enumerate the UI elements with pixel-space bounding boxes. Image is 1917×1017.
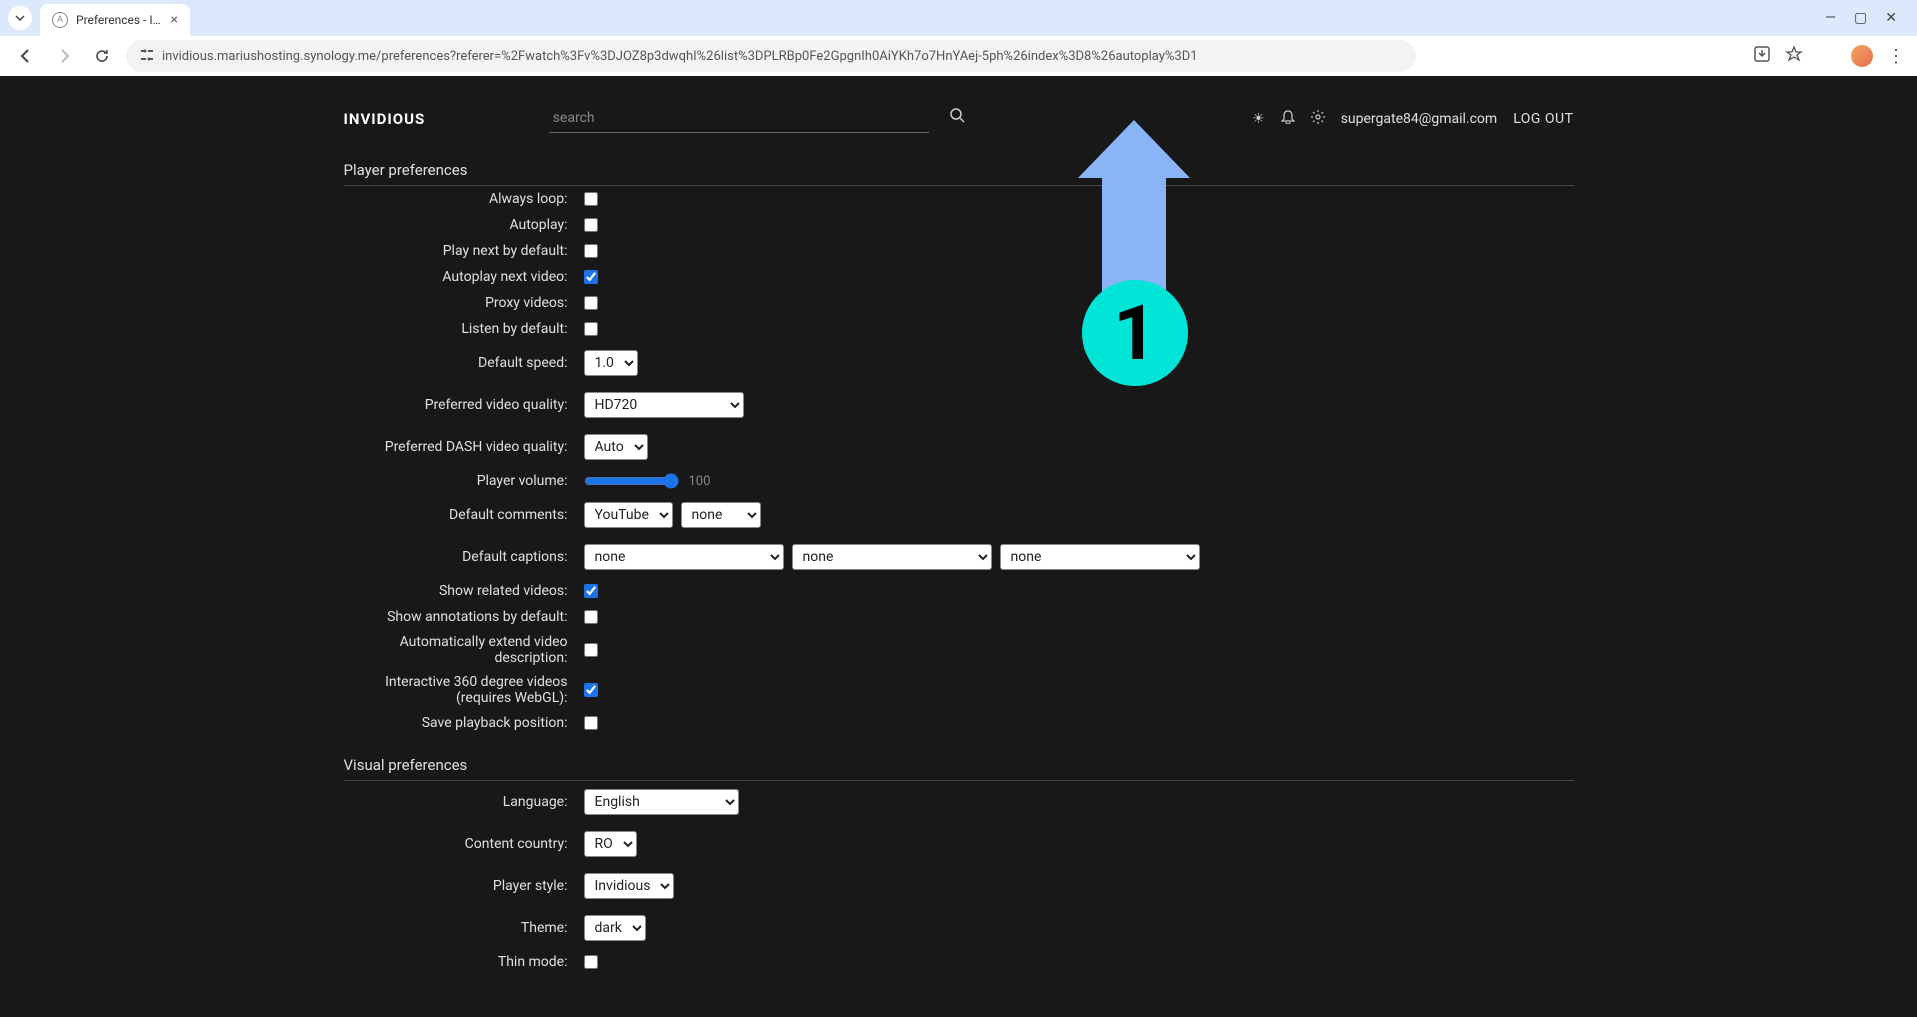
tab-bar: A Preferences - Invidious × — ▢ ✕ (0, 0, 1917, 36)
pref-proxy: Proxy videos: (344, 290, 1574, 316)
notifications-icon[interactable] (1281, 110, 1295, 128)
reload-button[interactable] (88, 42, 116, 70)
language-select[interactable]: English (584, 789, 739, 815)
install-app-icon[interactable] (1753, 45, 1771, 67)
quality-select[interactable]: HD720 (584, 392, 744, 418)
profile-avatar[interactable] (1851, 45, 1873, 67)
autoplay-next-checkbox[interactable] (584, 270, 598, 284)
pref-autoplay: Autoplay: (344, 212, 1574, 238)
speed-select[interactable]: 1.0 (584, 350, 638, 376)
pref-quality: Preferred video quality: HD720 (344, 384, 1574, 426)
listen-checkbox[interactable] (584, 322, 598, 336)
extend-desc-checkbox[interactable] (584, 643, 598, 657)
save-pos-checkbox[interactable] (584, 716, 598, 730)
proxy-checkbox[interactable] (584, 296, 598, 310)
player-style-select[interactable]: Invidious (584, 873, 674, 899)
url-bar[interactable]: invidious.mariushosting.synology.me/pref… (126, 40, 1416, 72)
theme-toggle-icon[interactable]: ☀ (1252, 111, 1265, 127)
search-input[interactable] (549, 104, 929, 133)
favicon-icon: A (52, 12, 68, 28)
chevron-down-icon (15, 13, 25, 23)
tab-title: Preferences - Invidious (76, 13, 163, 27)
volume-slider[interactable] (584, 473, 679, 489)
browser-tab[interactable]: A Preferences - Invidious × (40, 4, 190, 36)
dash-quality-select[interactable]: Auto (584, 434, 648, 460)
country-select[interactable]: RO (584, 831, 637, 857)
logout-link[interactable]: LOG OUT (1513, 111, 1573, 127)
site-header: INVIDIOUS ☀ supergate84@gmail.com LOG OU… (344, 96, 1574, 141)
pref-language: Language: English (344, 781, 1574, 823)
maximize-button[interactable]: ▢ (1854, 10, 1867, 26)
site-logo[interactable]: INVIDIOUS (344, 110, 426, 128)
back-button[interactable] (12, 42, 40, 70)
pref-captions: Default captions: none none none (344, 536, 1574, 578)
pref-comments: Default comments: YouTube none (344, 494, 1574, 536)
thin-checkbox[interactable] (584, 955, 598, 969)
page-content: INVIDIOUS ☀ supergate84@gmail.com LOG OU… (0, 76, 1917, 1017)
window-controls: — ▢ ✕ (1825, 10, 1909, 26)
section-visual-preferences: Visual preferences (344, 744, 1574, 781)
forward-button[interactable] (50, 42, 78, 70)
close-icon[interactable]: × (171, 12, 178, 28)
pref-autoplay-next: Autoplay next video: (344, 264, 1574, 290)
pref-thin: Thin mode: (344, 949, 1574, 975)
pref-theme: Theme: dark (344, 907, 1574, 949)
captions-select-3[interactable]: none (1000, 544, 1200, 570)
pref-player-style: Player style: Invidious (344, 865, 1574, 907)
url-text: invidious.mariushosting.synology.me/pref… (162, 49, 1198, 64)
comments-select-2[interactable]: none (681, 502, 761, 528)
pref-save-pos: Save playback position: (344, 710, 1574, 736)
always-loop-checkbox[interactable] (584, 192, 598, 206)
arrow-left-icon (17, 47, 35, 65)
browser-chrome: A Preferences - Invidious × — ▢ ✕ invidi… (0, 0, 1917, 76)
pref-speed: Default speed: 1.0 (344, 342, 1574, 384)
gear-icon[interactable] (1311, 110, 1325, 128)
menu-icon[interactable]: ⋮ (1887, 46, 1905, 67)
pref-country: Content country: RO (344, 823, 1574, 865)
pref-listen: Listen by default: (344, 316, 1574, 342)
pref-always-loop: Always loop: (344, 186, 1574, 212)
pref-volume: Player volume: 100 (344, 468, 1574, 494)
related-checkbox[interactable] (584, 584, 598, 598)
minimize-button[interactable]: — (1825, 10, 1836, 26)
volume-value: 100 (689, 474, 711, 489)
annotations-checkbox[interactable] (584, 610, 598, 624)
pref-annotations: Show annotations by default: (344, 604, 1574, 630)
section-player-preferences: Player preferences (344, 149, 1574, 186)
vr360-checkbox[interactable] (584, 683, 598, 697)
autoplay-checkbox[interactable] (584, 218, 598, 232)
captions-select-1[interactable]: none (584, 544, 784, 570)
pref-related: Show related videos: (344, 578, 1574, 604)
reload-icon (94, 48, 110, 64)
search-icon[interactable] (950, 108, 965, 127)
close-window-button[interactable]: ✕ (1885, 10, 1897, 26)
comments-select-1[interactable]: YouTube (584, 502, 673, 528)
captions-select-2[interactable]: none (792, 544, 992, 570)
play-next-checkbox[interactable] (584, 244, 598, 258)
site-settings-icon[interactable] (140, 48, 154, 65)
browser-toolbar: invidious.mariushosting.synology.me/pref… (0, 36, 1917, 76)
tab-dropdown-button[interactable] (8, 6, 32, 30)
bookmark-icon[interactable] (1785, 45, 1803, 67)
theme-select[interactable]: dark (584, 915, 646, 941)
pref-dash-quality: Preferred DASH video quality: Auto (344, 426, 1574, 468)
pref-vr360: Interactive 360 degree videos (requires … (344, 670, 1574, 710)
user-email[interactable]: supergate84@gmail.com (1341, 111, 1497, 127)
pref-extend-desc: Automatically extend video description: (344, 630, 1574, 670)
arrow-right-icon (55, 47, 73, 65)
pref-play-next: Play next by default: (344, 238, 1574, 264)
